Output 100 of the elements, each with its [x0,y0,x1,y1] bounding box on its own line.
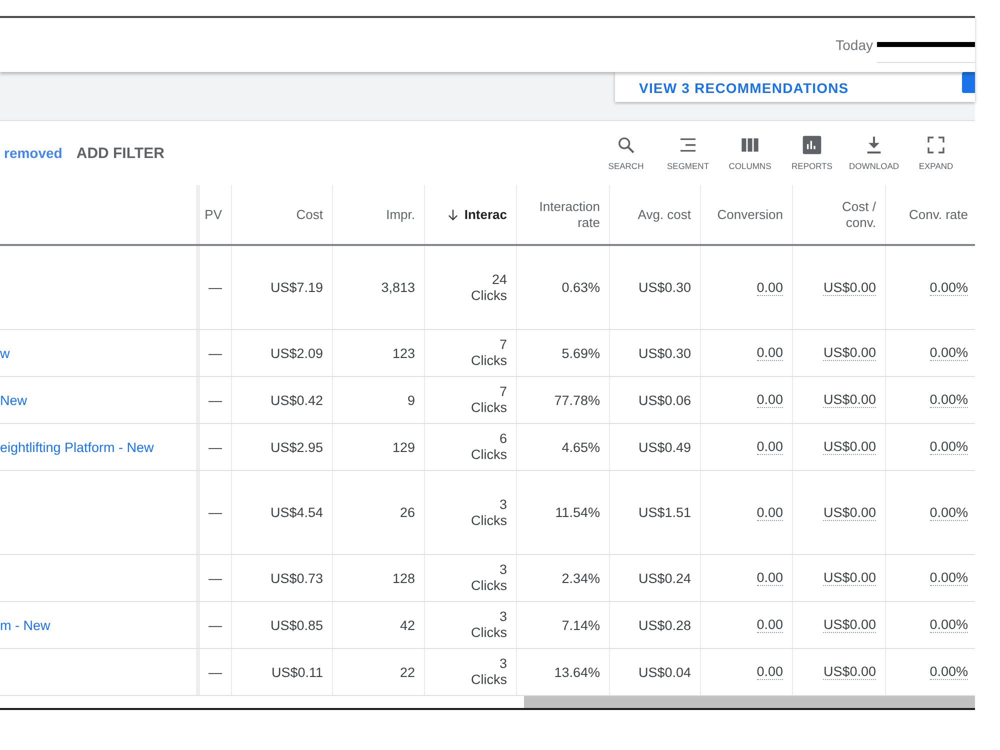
table-cell: 3,813 [381,280,415,295]
column-header[interactable]: Conv. rate [908,206,968,222]
table-cell: US$0.00 [823,664,876,680]
table-cell: — [208,664,222,680]
column-header[interactable]: Conversion [717,206,783,222]
table-cell: US$0.06 [638,392,691,408]
table-cell: 0.00% [930,617,968,633]
table-cell: 129 [392,440,415,454]
scrollbar-thumb[interactable] [524,696,975,708]
table-cell: — [208,505,222,520]
table-cell: 0.00 [756,392,783,408]
name-link[interactable]: eightlifting Platform - New [0,440,154,454]
table-cell: 7 Clicks [471,384,507,416]
table-cell: 0.00 [756,280,783,296]
table-cell: 0.00 [756,664,783,680]
table-cell: 3 Clicks [471,562,507,594]
table-cell: US$0.00 [823,504,876,520]
table-cell: US$1.51 [638,505,691,520]
table-cell: 128 [392,570,415,586]
table-cell: US$0.00 [823,617,876,633]
column-header[interactable]: Cost [296,206,323,222]
table-cell: US$0.42 [270,392,323,408]
table-cell: 26 [400,505,415,520]
expand-icon [926,135,946,155]
date-label: Today [836,37,873,53]
view-recommendations-link[interactable]: VIEW 3 RECOMMENDATIONS [615,72,849,96]
action-button[interactable] [962,72,975,93]
table-cell: US$0.00 [823,392,876,408]
column-header[interactable]: Avg. cost [638,206,691,222]
table-cell: — [208,346,222,360]
reports-button[interactable]: REPORTS [782,133,842,173]
table-cell: 3 Clicks [471,496,507,528]
table-cell: US$0.49 [638,440,691,454]
table-cell: 3 Clicks [471,609,507,641]
table-cell: US$0.30 [638,280,691,295]
table-cell: 2.34% [562,570,600,586]
table-cell: 0.00% [930,439,968,455]
expand-button[interactable]: EXPAND [906,133,966,173]
table-cell: US$4.54 [270,505,323,520]
table-cell: 0.00% [930,392,968,408]
table-cell: US$2.09 [270,346,323,360]
table-cell: — [208,618,222,632]
table-cell: 9 [407,392,415,408]
table-cell: 123 [392,346,415,360]
bar-chart-icon [802,135,822,155]
table-cell: US$0.00 [823,280,876,296]
table-cell: 0.00% [930,345,968,361]
table-cell: 0.00 [756,570,783,586]
search-button[interactable]: SEARCH [596,133,656,173]
table-cell: US$2.95 [270,440,323,454]
table-cell: 42 [400,618,415,632]
table-cell: 11.54% [555,505,600,520]
table-cell: US$0.04 [638,664,691,680]
name-link[interactable]: m - New [0,618,50,632]
table-cell: US$0.00 [823,570,876,586]
table-cell: US$0.30 [638,346,691,360]
add-filter-button[interactable]: ADD FILTER [74,140,166,166]
column-header[interactable]: Impr. [386,206,415,222]
table-cell: 0.00 [756,617,783,633]
table-cell: US$0.28 [638,618,691,632]
table-cell: 0.00 [756,345,783,361]
table-cell: 0.00% [930,570,968,586]
name-link[interactable]: w [0,346,10,360]
table-cell: 0.00 [756,439,783,455]
table-cell: US$0.00 [823,439,876,455]
table-cell: 7 Clicks [471,337,507,369]
columns-button[interactable]: COLUMNS [720,133,780,173]
table-cell: US$7.19 [270,280,323,295]
download-button[interactable]: DOWNLOAD [844,133,904,173]
name-link[interactable]: New [0,392,28,408]
table-cell: 24 Clicks [471,272,507,304]
search-icon [616,135,636,155]
table-cell: 6 Clicks [471,431,507,463]
table-cell: 3 Clicks [471,656,507,688]
column-header[interactable]: Cost / conv. [809,198,876,230]
table-cell: US$0.85 [270,618,323,632]
segment-button[interactable]: SEGMENT [658,133,718,173]
table-cell: US$0.73 [270,570,323,586]
table-cell: 77.78% [554,392,600,408]
table-cell: — [208,280,222,295]
column-header[interactable]: Interac [464,206,507,222]
table-cell: 13.64% [554,664,600,680]
table-cell: — [208,392,222,408]
table-cell: US$0.24 [638,570,691,586]
table-cell: 22 [400,664,415,680]
table-cell: US$0.11 [271,664,323,680]
arrow-down-icon [446,208,460,222]
filter-removed-link[interactable]: removed [0,145,62,161]
table-cell: 4.65% [562,440,600,454]
column-header[interactable]: Interaction rate [533,198,600,230]
table-cell: 0.00% [930,664,968,680]
table-cell: 0.00% [930,280,968,296]
table-cell: 0.00% [930,504,968,520]
table-cell: — [208,440,222,454]
table-cell: US$0.00 [823,345,876,361]
column-header[interactable]: PV [204,206,222,222]
table-cell: 5.69% [562,346,600,360]
table-cell: 0.00 [756,504,783,520]
table-cell: 0.63% [562,280,600,295]
table-cell: — [208,570,222,586]
